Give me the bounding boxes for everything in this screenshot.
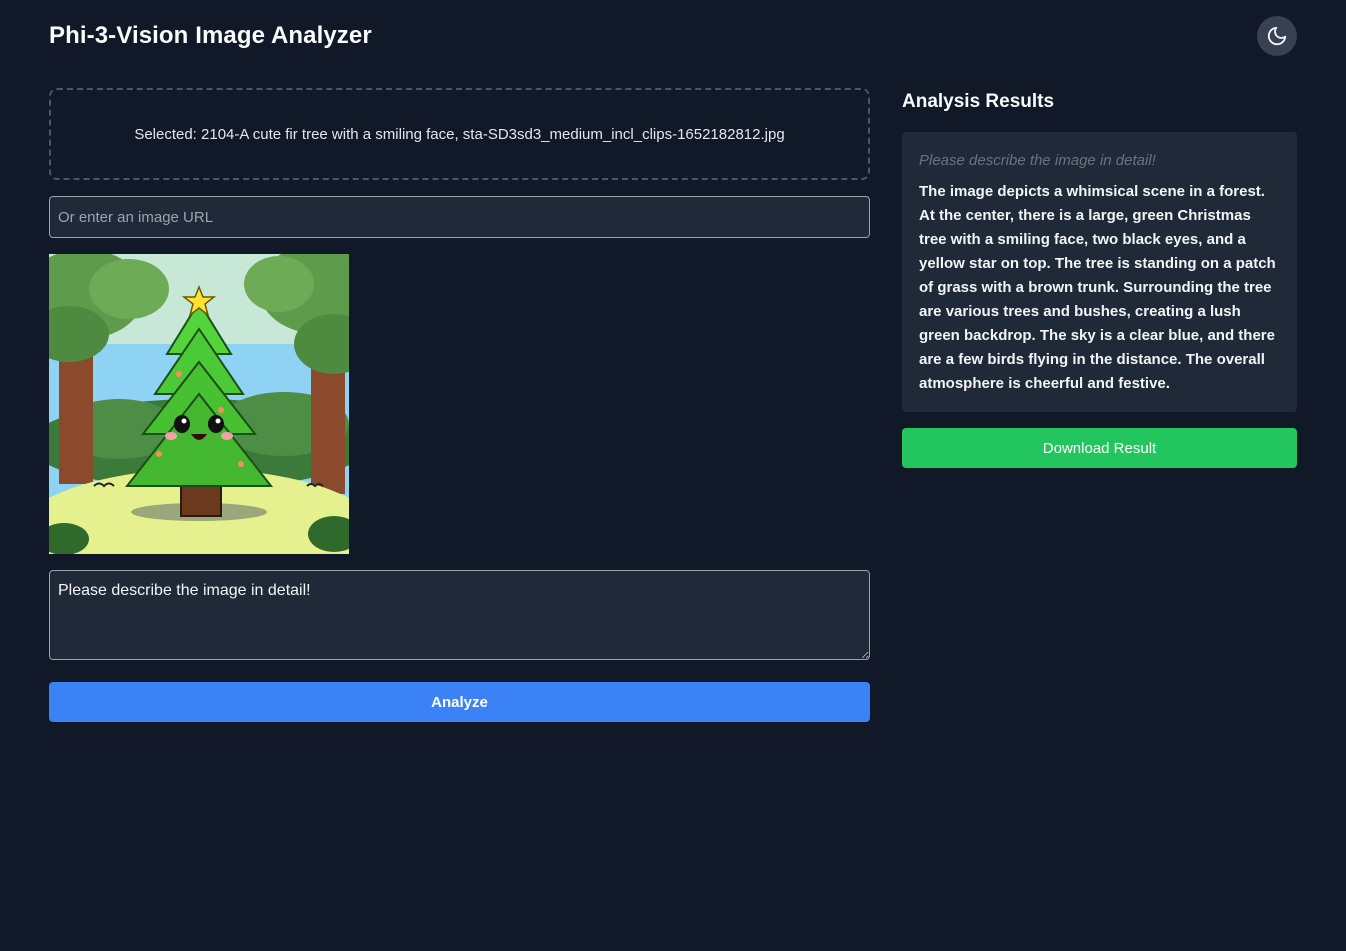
results-heading: Analysis Results	[902, 91, 1055, 112]
prompt-textarea[interactable]: Please describe the image in detail!	[49, 570, 870, 660]
preview-illustration	[49, 254, 349, 554]
moon-icon	[1267, 26, 1287, 46]
selected-file-text: Selected: 2104-A cute fir tree with a sm…	[134, 125, 785, 143]
image-preview	[49, 254, 349, 554]
image-url-input[interactable]	[49, 196, 870, 238]
download-result-button[interactable]: Download Result	[902, 428, 1297, 468]
app-title: Phi-3-Vision Image Analyzer	[49, 22, 372, 49]
image-dropzone[interactable]: Selected: 2104-A cute fir tree with a sm…	[49, 88, 870, 180]
results-text: The image depicts a whimsical scene in a…	[919, 183, 1276, 392]
analyze-button[interactable]: Analyze	[49, 682, 870, 722]
results-panel: Please describe the image in detail! The…	[902, 132, 1297, 412]
theme-toggle-button[interactable]	[1257, 16, 1297, 56]
results-prompt-echo: Please describe the image in detail!	[919, 152, 1156, 169]
